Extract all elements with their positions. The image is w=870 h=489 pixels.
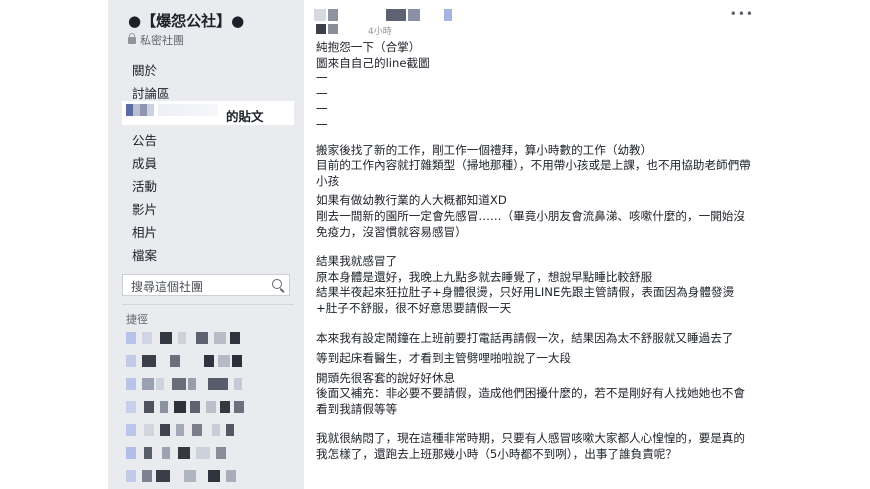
sidebar-divider bbox=[122, 304, 294, 305]
blurred-text bbox=[174, 401, 186, 413]
blurred-text bbox=[142, 355, 156, 367]
group-title[interactable]: ●【爆怨公社】● bbox=[128, 10, 244, 31]
shortcut-item[interactable] bbox=[126, 424, 286, 438]
blurred-text bbox=[160, 424, 170, 436]
blurred-text bbox=[212, 424, 220, 436]
post-paragraph: 搬家後找了新的工作，剛工作一個禮拜，算小時數的工作（幼教） 目前的工作內容就打雜… bbox=[316, 142, 751, 188]
blurred-text bbox=[144, 447, 152, 459]
blurred-avatar bbox=[126, 401, 136, 413]
group-search-input[interactable]: 搜尋這個社團 bbox=[122, 274, 290, 296]
search-placeholder: 搜尋這個社團 bbox=[131, 280, 204, 294]
post-paragraph: 等到起床看醫生，才看到主管劈哩啪啦說了一大段 bbox=[316, 351, 572, 366]
nav-files[interactable]: 檔案 bbox=[132, 245, 157, 264]
blurred-avatar bbox=[316, 24, 326, 34]
blurred-text bbox=[214, 332, 226, 344]
blurred-avatar bbox=[328, 9, 338, 21]
shortcut-item[interactable] bbox=[126, 470, 286, 484]
blurred-author[interactable] bbox=[314, 9, 464, 25]
post-paragraph: 純抱怨一下（合掌） 圖來自自己的line截圖 一 一 一 一 bbox=[316, 40, 430, 132]
nav-members[interactable]: 成員 bbox=[132, 153, 157, 172]
nav-videos[interactable]: 影片 bbox=[132, 199, 157, 218]
blurred-text bbox=[230, 332, 240, 344]
post-card: 4小時 ••• 純抱怨一下（合掌） 圖來自自己的line截圖 一 一 一 一 搬… bbox=[304, 0, 760, 489]
blurred-text bbox=[156, 470, 170, 482]
post-paragraph: 本來我有設定鬧鐘在上班前要打電話再請假一次，結果因為太不舒服就又睡過去了 bbox=[316, 330, 734, 345]
blurred-text bbox=[188, 378, 196, 390]
post-paragraph: 結果我就感冒了 原本身體是還好，我晚上九點多就去睡覺了，想說早點睡比較舒服 結果… bbox=[316, 254, 735, 315]
privacy-label: 私密社團 bbox=[140, 34, 184, 47]
blurred-text bbox=[172, 378, 186, 390]
blurred-text bbox=[234, 378, 242, 390]
blurred-text bbox=[184, 470, 196, 482]
blurred-text bbox=[160, 401, 168, 413]
blurred-text bbox=[206, 401, 216, 413]
blurred-text bbox=[208, 470, 220, 482]
blurred-text bbox=[142, 470, 152, 482]
post-paragraph: 如果有做幼教行業的人大概都知道XD 剛去一間新的園所一定會先感冒……（畢竟小朋友… bbox=[316, 193, 745, 239]
blurred-text bbox=[170, 355, 180, 367]
blurred-text bbox=[178, 332, 186, 344]
blurred-avatar bbox=[126, 470, 136, 482]
shortcut-item[interactable] bbox=[126, 355, 286, 369]
shortcut-item[interactable] bbox=[126, 401, 286, 415]
facebook-group-screenshot: ●【爆怨公社】● 私密社團 關於 討論區 的貼文 公告 成員 活動 影片 相片 … bbox=[108, 0, 760, 489]
blurred-text bbox=[160, 332, 172, 344]
blurred-text bbox=[216, 447, 226, 459]
shortcut-item[interactable] bbox=[126, 447, 286, 461]
nav-discussion[interactable]: 討論區 bbox=[132, 83, 170, 102]
nav-announcements[interactable]: 公告 bbox=[132, 130, 157, 149]
post-paragraph: 我就很納悶了，現在這種非常時期，只要有人感冒咳嗽大家都人心惶惶的，要是真的我怎樣… bbox=[316, 431, 745, 462]
nav-events[interactable]: 活動 bbox=[132, 176, 157, 195]
nav-my-posts[interactable]: 的貼文 bbox=[122, 101, 294, 125]
search-icon[interactable] bbox=[272, 279, 282, 289]
group-privacy: 私密社團 bbox=[128, 32, 184, 48]
blurred-avatar bbox=[126, 424, 136, 436]
nav-about[interactable]: 關於 bbox=[132, 60, 157, 79]
lock-icon bbox=[128, 33, 136, 44]
blurred-text bbox=[144, 401, 154, 413]
blurred-text bbox=[226, 424, 234, 436]
blurred-text bbox=[178, 447, 190, 459]
blurred-text bbox=[156, 378, 164, 390]
post-body: 純抱怨一下（合掌） 圖來自自己的line截圖 一 一 一 一 搬家後找了新的工作… bbox=[316, 40, 752, 463]
blurred-avatar bbox=[126, 332, 136, 344]
blurred-text bbox=[142, 332, 152, 344]
blurred-text bbox=[226, 470, 236, 482]
post-timestamp[interactable]: 4小時 bbox=[368, 24, 392, 37]
shortcuts-heading: 捷徑 bbox=[126, 313, 148, 326]
blurred-text bbox=[144, 424, 154, 436]
blurred-text bbox=[190, 401, 200, 413]
blurred-text bbox=[196, 332, 208, 344]
blurred-name bbox=[408, 9, 420, 21]
blurred-text bbox=[218, 355, 230, 367]
blurred-avatar bbox=[328, 24, 338, 34]
blurred-name bbox=[386, 9, 406, 21]
blurred-avatar bbox=[314, 9, 326, 21]
blurred-name bbox=[444, 9, 452, 21]
blurred-text bbox=[234, 401, 244, 413]
nav-photos[interactable]: 相片 bbox=[132, 222, 157, 241]
post-paragraph: 開頭先很客套的說好好休息 後面又補充：非必要不要請假，造成他們困擾什麼的，若不是… bbox=[316, 370, 745, 416]
shortcut-item[interactable] bbox=[126, 332, 286, 346]
more-options-icon[interactable]: ••• bbox=[730, 7, 754, 21]
blurred-text bbox=[196, 447, 210, 459]
blurred-username bbox=[158, 104, 218, 116]
blurred-text bbox=[192, 424, 202, 436]
blurred-text bbox=[232, 355, 242, 367]
blurred-avatar bbox=[126, 378, 136, 390]
group-sidebar: ●【爆怨公社】● 私密社團 關於 討論區 的貼文 公告 成員 活動 影片 相片 … bbox=[108, 0, 298, 489]
blurred-text bbox=[162, 447, 170, 459]
blurred-avatar bbox=[126, 447, 136, 459]
blurred-text bbox=[142, 378, 154, 390]
blurred-text bbox=[208, 378, 228, 390]
nav-my-posts-label: 的貼文 bbox=[226, 109, 264, 124]
blurred-text bbox=[220, 401, 230, 413]
blurred-text bbox=[176, 424, 184, 436]
blurred-text bbox=[204, 355, 214, 367]
blurred-username bbox=[126, 104, 154, 116]
blurred-avatar bbox=[126, 355, 136, 367]
shortcut-item[interactable] bbox=[126, 378, 286, 392]
